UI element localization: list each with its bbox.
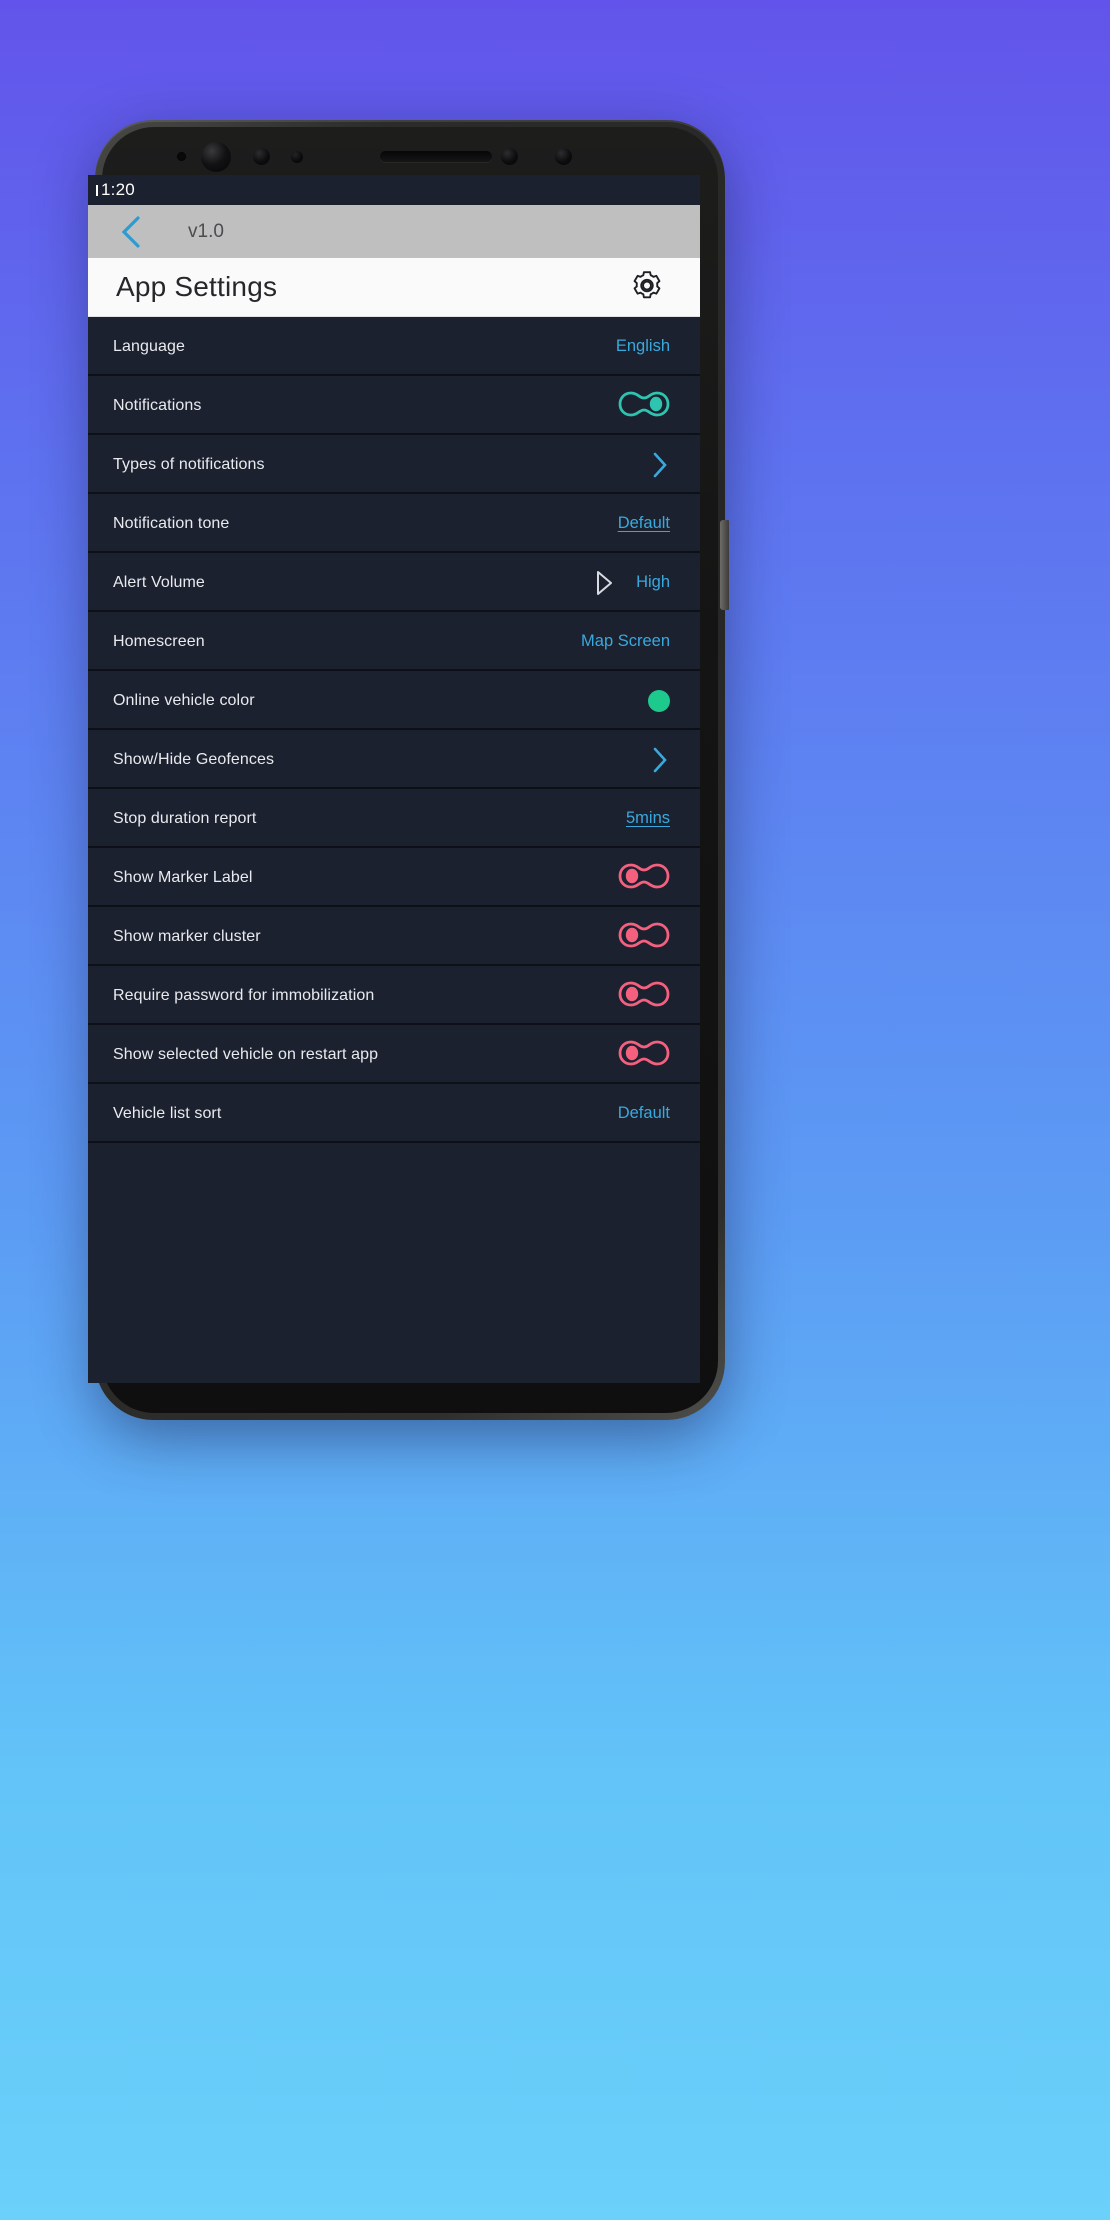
settings-row-control [650,745,670,775]
led-indicator-icon [501,148,518,165]
proximity-sensor-icon [291,151,303,163]
front-camera-icon [201,142,231,172]
settings-list: Language English Notifications Types of not… [88,317,700,1143]
settings-row[interactable]: Show/Hide Geofences [88,730,700,789]
settings-row-label: Vehicle list sort [113,1104,222,1122]
play-triangle-icon[interactable] [594,570,614,596]
sensor-dot-icon [177,152,186,161]
settings-row-value[interactable]: Map Screen [581,632,670,651]
page-title: App Settings [116,271,278,302]
settings-row-value[interactable]: High [636,573,670,592]
settings-row-label: Online vehicle color [113,691,255,709]
page-header: App Settings [88,258,700,317]
settings-row-label: Notifications [113,396,202,414]
settings-row-label: Show marker cluster [113,927,261,945]
settings-row-control [648,689,670,712]
screen-bottom-filler [88,1143,700,1203]
settings-row-control [618,1038,670,1072]
settings-toggle-off[interactable] [618,1038,670,1072]
settings-row[interactable]: Alert Volume High [88,553,700,612]
iris-scanner-icon [253,148,270,165]
settings-row-label: Show selected vehicle on restart app [113,1045,379,1063]
power-button[interactable] [720,520,729,610]
settings-row-control [618,979,670,1013]
status-bar-time: 1:20 [96,180,135,200]
app-version-label: v1.0 [188,220,224,242]
settings-toggle-on[interactable] [618,389,670,423]
settings-row-control: Map Screen [581,632,670,651]
settings-row[interactable]: Types of notifications [88,435,700,494]
settings-row-control [618,861,670,895]
settings-row-value[interactable]: 5mins [626,809,670,828]
settings-row[interactable]: Show marker cluster [88,907,700,966]
settings-row-label: Require password for immobilization [113,986,375,1004]
settings-row-label: Language [113,337,185,355]
settings-row[interactable]: Show selected vehicle on restart app [88,1025,700,1084]
settings-row-label: Homescreen [113,632,205,650]
chevron-right-icon[interactable] [650,745,670,775]
settings-row[interactable]: Online vehicle color [88,671,700,730]
color-swatch[interactable] [648,689,670,712]
settings-row-label: Show Marker Label [113,868,253,886]
settings-row[interactable]: Show Marker Label [88,848,700,907]
settings-row-label: Show/Hide Geofences [113,750,275,768]
version-toolbar: v1.0 [88,205,700,258]
settings-row-label: Stop duration report [113,809,257,827]
settings-row[interactable]: Vehicle list sort Default [88,1084,700,1143]
settings-row-control: Default [618,514,670,533]
settings-row-label: Types of notifications [113,455,265,473]
status-bar: 1:20 [88,175,700,205]
settings-row-control [618,920,670,954]
chevron-left-icon[interactable] [116,212,146,252]
status-bar-notch-mark-icon [96,184,98,196]
settings-row-value[interactable]: Default [618,1104,670,1123]
settings-row-label: Alert Volume [113,573,205,591]
settings-row[interactable]: Stop duration report 5mins [88,789,700,848]
settings-row-label: Notification tone [113,514,230,532]
settings-row[interactable]: Notifications [88,376,700,435]
settings-row[interactable]: Language English [88,317,700,376]
settings-row[interactable]: Require password for immobilization [88,966,700,1025]
phone-device: 1:20 v1.0 App Settings Language English … [88,120,729,1420]
settings-row-control: English [616,337,670,356]
chevron-right-icon[interactable] [650,450,670,480]
settings-toggle-off[interactable] [618,920,670,954]
settings-row-control: High [594,570,670,596]
settings-row-value[interactable]: Default [618,514,670,533]
settings-toggle-off[interactable] [618,979,670,1013]
clock-label: 1:20 [101,180,135,199]
phone-screen: 1:20 v1.0 App Settings Language English … [88,175,700,1383]
light-sensor-icon [555,148,572,165]
settings-row-control [650,450,670,480]
settings-row[interactable]: Homescreen Map Screen [88,612,700,671]
settings-row[interactable]: Notification tone Default [88,494,700,553]
settings-row-value[interactable]: English [616,337,670,356]
earpiece-speaker-icon [380,151,492,162]
settings-toggle-off[interactable] [618,861,670,895]
settings-row-control: 5mins [626,809,670,828]
settings-row-control: Default [618,1104,670,1123]
gear-icon[interactable] [629,269,665,305]
settings-row-control [618,389,670,423]
